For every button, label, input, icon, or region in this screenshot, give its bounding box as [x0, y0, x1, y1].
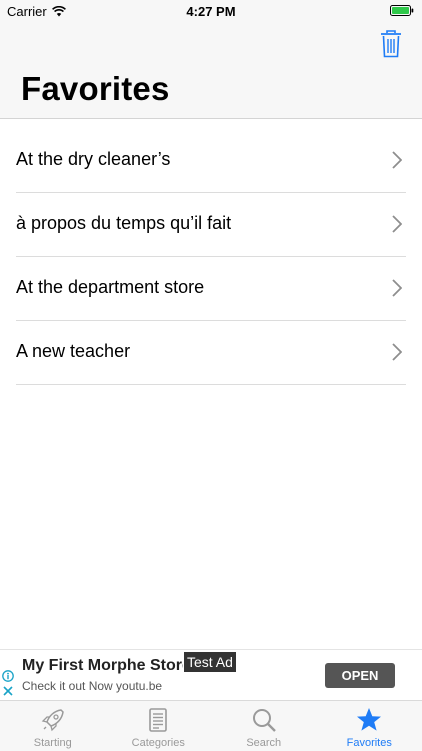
tab-label: Categories: [106, 737, 212, 749]
favorite-row[interactable]: At the dry cleaner’s: [16, 129, 406, 193]
favorites-list: At the dry cleaner’s à propos du temps q…: [0, 129, 422, 385]
tab-categories[interactable]: Categories: [106, 701, 212, 751]
ad-open-button[interactable]: OPEN: [325, 663, 395, 688]
tab-bar: Starting Categories Search Favorites: [0, 700, 422, 751]
document-icon: [144, 706, 172, 734]
chevron-right-icon: [392, 215, 402, 233]
favorite-label: à propos du temps qu’il fait: [16, 213, 231, 234]
ad-subtitle: Check it out Now youtu.be: [22, 679, 162, 693]
favorite-row[interactable]: At the department store: [16, 257, 406, 321]
tab-label: Starting: [0, 737, 106, 749]
favorite-label: At the department store: [16, 277, 204, 298]
favorite-label: A new teacher: [16, 341, 130, 362]
favorite-label: At the dry cleaner’s: [16, 149, 170, 170]
tab-starting[interactable]: Starting: [0, 701, 106, 751]
tab-search[interactable]: Search: [211, 701, 317, 751]
test-ad-badge: Test Ad: [183, 651, 237, 673]
favorite-row[interactable]: A new teacher: [16, 321, 406, 385]
chevron-right-icon: [392, 279, 402, 297]
status-bar: Carrier 4:27 PM: [0, 0, 422, 22]
info-icon[interactable]: [2, 670, 14, 682]
navigation-header: Favorites: [0, 22, 422, 119]
chevron-right-icon: [392, 151, 402, 169]
search-icon: [250, 706, 278, 734]
battery-icon: [390, 5, 414, 16]
tab-favorites[interactable]: Favorites: [317, 701, 422, 751]
ad-banner[interactable]: My First Morphe Store Test Ad Check it o…: [0, 649, 422, 701]
star-icon: [355, 706, 383, 734]
page-title: Favorites: [21, 70, 170, 108]
close-icon[interactable]: [3, 686, 13, 696]
trash-icon[interactable]: [380, 30, 402, 58]
rocket-icon: [39, 706, 67, 734]
clock: 4:27 PM: [0, 4, 422, 19]
tab-label: Favorites: [317, 737, 422, 749]
tab-label: Search: [211, 737, 317, 749]
ad-title[interactable]: My First Morphe Store: [22, 657, 191, 675]
favorite-row[interactable]: à propos du temps qu’il fait: [16, 193, 406, 257]
chevron-right-icon: [392, 343, 402, 361]
